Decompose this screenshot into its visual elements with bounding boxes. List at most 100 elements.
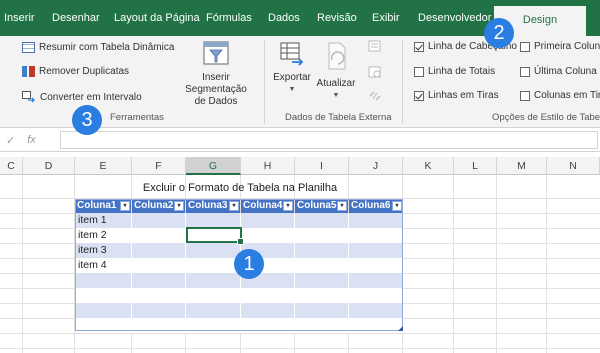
remove-duplicates-button[interactable]: Remover Duplicatas [22,66,129,77]
summarize-pivot-button[interactable]: Resumir com Tabela Dinâmica [22,42,174,53]
table-row[interactable] [75,213,403,228]
refresh-icon [328,42,346,70]
tab-desenhar[interactable]: Desenhar [52,0,100,36]
grid-line [0,333,600,334]
checkbox-box [414,41,424,52]
unlink-icon[interactable] [368,90,382,102]
insert-slicer-label-1: Inserir Segmentação [185,72,247,95]
grid-line [0,348,600,349]
column-header-l[interactable]: L [454,157,497,175]
table-cell-item-2[interactable]: item 2 [78,229,107,241]
tab-dados[interactable]: Dados [268,0,300,36]
table-header-coluna6[interactable]: Coluna6 ▾ [349,199,403,213]
properties-icon[interactable] [368,40,382,52]
remove-duplicates-icon [22,66,35,77]
summarize-pivot-label: Resumir com Tabela Dinâmica [39,42,175,53]
table-header-coluna5[interactable]: Coluna5 ▾ [295,199,348,213]
table-col-line [131,213,132,331]
column-header-k[interactable]: K [403,157,454,175]
style-options-group-label: Opções de Estilo de Tabela [492,112,600,123]
refresh-label: Atualizar [316,78,356,89]
tab-desenvolvedor[interactable]: Desenvolvedor [418,0,491,36]
export-label: Exportar [273,72,311,83]
table-header-label: Coluna6 [351,200,391,211]
grid-line [453,175,454,353]
first-column-checkbox[interactable]: Primeira Coluna [520,41,600,52]
banded-columns-checkbox[interactable]: Colunas em Tiras [520,90,600,101]
filter-dropdown-icon[interactable]: ▾ [120,201,130,211]
column-header-m[interactable]: M [497,157,547,175]
filter-dropdown-icon[interactable]: ▾ [229,201,239,211]
table-header-label: Coluna4 [243,200,283,211]
column-header-d[interactable]: D [23,157,75,175]
export-button[interactable]: Exportar ▼ [272,40,312,96]
banded-columns-label: Colunas em Tiras [534,90,600,101]
remove-duplicates-label: Remover Duplicatas [39,66,130,77]
group-divider [402,40,403,124]
filter-dropdown-icon[interactable]: ▾ [392,201,402,211]
table-col-line [294,213,295,331]
tab-revisao[interactable]: Revisão [317,0,357,36]
column-header-j[interactable]: J [349,157,403,175]
insert-slicer-label-2: de Dados [194,96,238,107]
external-data-group-label: Dados de Tabela Externa [285,112,392,123]
table-header-label: Coluna1 [77,200,117,211]
banded-rows-checkbox[interactable]: Linhas em Tiras [414,90,499,101]
open-in-browser-icon[interactable] [368,66,382,78]
callout-badge-3: 3 [72,105,102,135]
column-header-g[interactable]: G [186,157,241,175]
table-row[interactable] [75,288,403,303]
tab-layout-da-pagina[interactable]: Layout da Página [114,0,200,36]
pivot-table-icon [22,42,35,53]
column-header-i[interactable]: I [295,157,349,175]
table-cell-item-1[interactable]: item 1 [78,214,107,226]
tab-inserir[interactable]: Inserir [4,0,35,36]
sheet-title[interactable]: Excluir o Formato de Tabela na Planilha [75,182,405,194]
column-header-n[interactable]: N [547,157,600,175]
checkbox-box [520,41,530,52]
table-cell-item-3[interactable]: item 3 [78,244,107,256]
filter-dropdown-icon[interactable]: ▾ [174,201,184,211]
checkbox-box [520,66,530,77]
last-column-label: Última Coluna [534,66,597,77]
table-header-coluna2[interactable]: Coluna2 ▾ [132,199,185,213]
group-divider [264,40,265,124]
filter-dropdown-icon[interactable]: ▾ [337,201,347,211]
active-cell-selection[interactable] [186,227,244,245]
table-resize-handle[interactable] [398,326,403,331]
tab-exibir[interactable]: Exibir [372,0,400,36]
last-column-checkbox[interactable]: Última Coluna [520,66,597,77]
refresh-button[interactable]: Atualizar ▼ [314,40,358,102]
table-header-coluna4[interactable]: Coluna4 ▾ [241,199,294,213]
table-header-coluna1[interactable]: Coluna1 ▾ [75,199,131,213]
banded-rows-label: Linhas em Tiras [428,90,499,101]
table-cell-item-4[interactable]: item 4 [78,259,107,271]
table-row[interactable] [75,303,403,318]
total-row-checkbox[interactable]: Linha de Totais [414,66,495,77]
convert-to-range-label: Converter em Intervalo [40,91,142,103]
table-header-coluna3[interactable]: Coluna3 ▾ [186,199,240,213]
callout-badge-1: 1 [234,249,264,279]
callout-badge-2: 2 [484,18,514,48]
column-header-f[interactable]: F [132,157,186,175]
export-icon [280,42,304,66]
column-header-e[interactable]: E [75,157,132,175]
total-row-label: Linha de Totais [428,66,496,77]
grid-line [546,175,547,353]
convert-to-range-icon [22,91,36,103]
column-header-h[interactable]: H [241,157,295,175]
insert-function-icon[interactable]: fx [27,134,36,146]
table-row[interactable] [75,318,403,333]
table-header-label: Coluna5 [297,200,337,211]
insert-slicer-button[interactable]: Inserir Segmentação de Dados [172,40,260,108]
convert-to-range-button[interactable]: Converter em Intervalo [22,91,142,103]
slicer-icon [203,41,229,65]
column-header-c[interactable]: C [0,157,23,175]
enter-check-icon[interactable]: ✓ [6,134,15,147]
export-dropdown-icon: ▼ [288,86,296,93]
checkbox-box [414,90,424,101]
formula-input[interactable] [60,131,598,149]
formula-bar-controls: ✓ fx [0,128,58,152]
filter-dropdown-icon[interactable]: ▾ [283,201,293,211]
tab-formulas[interactable]: Fórmulas [206,0,252,36]
